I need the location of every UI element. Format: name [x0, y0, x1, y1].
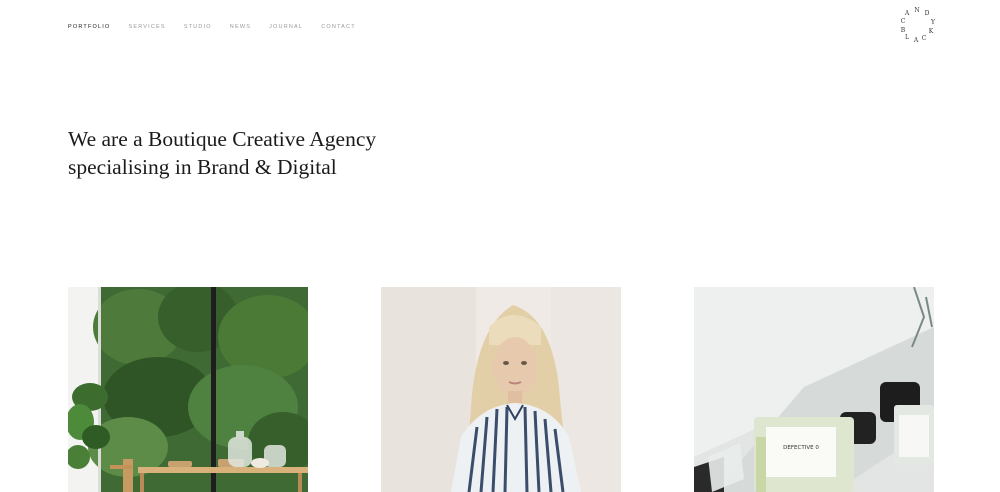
bottle-label-text: DEFECTIVE 0: [783, 445, 819, 451]
portfolio-card-perfume[interactable]: DEFECTIVE 0: [694, 287, 934, 492]
hero-line-2: specialising in Brand & Digital: [68, 155, 337, 179]
logo-letter: K: [928, 28, 934, 35]
nav-item-services[interactable]: SERVICES: [128, 23, 165, 31]
blonde-woman-striped-shirt-photo: [381, 287, 621, 492]
garden-dining-room-photo: [68, 287, 308, 492]
hero-headline: We are a Boutique Creative Agency specia…: [68, 125, 488, 181]
logo-letter: N: [914, 7, 920, 14]
perfume-bottles-photo: DEFECTIVE 0: [694, 287, 934, 492]
andy-black-logo[interactable]: A N D Y K C A L B C: [896, 8, 938, 46]
nav-item-contact[interactable]: CONTACT: [321, 23, 356, 31]
hero-line-1: We are a Boutique Creative Agency: [68, 127, 377, 151]
logo-letter: A: [904, 10, 910, 17]
logo-letter: A: [913, 37, 919, 44]
logo-letter: Y: [931, 19, 935, 26]
nav-item-studio[interactable]: STUDIO: [184, 23, 212, 31]
logo-letter: B: [900, 27, 906, 34]
logo-letter: L: [905, 34, 909, 41]
logo-letter: C: [900, 18, 906, 25]
main-nav: PORTFOLIO SERVICES STUDIO NEWS JOURNAL C…: [68, 23, 374, 31]
nav-item-journal[interactable]: JOURNAL: [269, 23, 303, 31]
logo-letter: D: [924, 10, 930, 17]
portfolio-card-garden[interactable]: [68, 287, 308, 492]
nav-item-news[interactable]: NEWS: [230, 23, 251, 31]
nav-item-portfolio[interactable]: PORTFOLIO: [68, 23, 110, 31]
portfolio-card-fashion[interactable]: [381, 287, 621, 492]
logo-letter: C: [921, 35, 927, 42]
